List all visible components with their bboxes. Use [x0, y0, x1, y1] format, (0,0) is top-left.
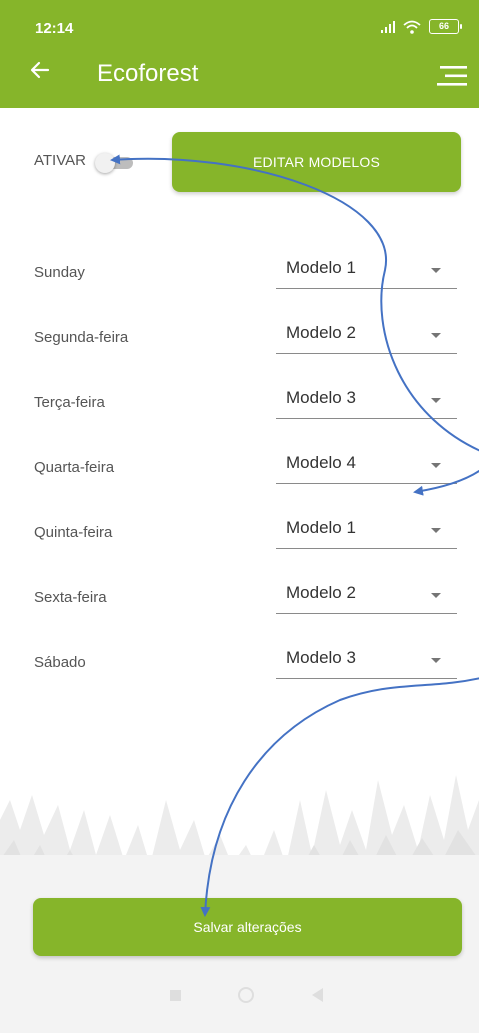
status-time: 12:14 [35, 20, 74, 37]
day-label: Sábado [34, 654, 86, 671]
model-select-value: Modelo 1 [286, 258, 356, 277]
app-bar: 12:14 66 Ecoforest [0, 0, 479, 108]
day-label: Segunda-feira [34, 329, 129, 346]
model-select-value: Modelo 2 [286, 323, 356, 342]
model-select-sunday[interactable]: Modelo 1 [276, 254, 457, 289]
schedule-row-saturday: Sábado Modelo 3 [0, 644, 479, 684]
model-select-value: Modelo 3 [286, 388, 356, 407]
schedule-row-monday: Segunda-feira Modelo 2 [0, 319, 479, 359]
chevron-down-icon [431, 658, 441, 663]
model-select-saturday[interactable]: Modelo 3 [276, 644, 457, 679]
schedule-row-sunday: Sunday Modelo 1 [0, 254, 479, 294]
activate-toggle[interactable] [95, 153, 137, 173]
model-select-value: Modelo 3 [286, 648, 356, 667]
recent-apps-icon[interactable] [170, 990, 181, 1001]
menu-icon[interactable] [437, 64, 467, 88]
edit-models-button[interactable]: EDITAR MODELOS [172, 132, 461, 192]
day-label: Sunday [34, 264, 85, 281]
activate-label: ATIVAR [34, 152, 86, 169]
day-label: Quinta-feira [34, 524, 113, 541]
model-select-thursday[interactable]: Modelo 1 [276, 514, 457, 549]
toggle-thumb [95, 153, 115, 173]
chevron-down-icon [431, 463, 441, 468]
model-select-tuesday[interactable]: Modelo 3 [276, 384, 457, 419]
model-select-friday[interactable]: Modelo 2 [276, 579, 457, 614]
battery-icon: 66 [429, 19, 462, 34]
day-label: Sexta-feira [34, 589, 107, 606]
chevron-down-icon [431, 593, 441, 598]
schedule-row-tuesday: Terça-feira Modelo 3 [0, 384, 479, 424]
schedule-row-friday: Sexta-feira Modelo 2 [0, 579, 479, 619]
model-select-value: Modelo 1 [286, 518, 356, 537]
signal-icon [381, 20, 395, 33]
model-select-wednesday[interactable]: Modelo 4 [276, 449, 457, 484]
day-label: Terça-feira [34, 394, 105, 411]
model-select-value: Modelo 2 [286, 583, 356, 602]
chevron-down-icon [431, 333, 441, 338]
arrow-left-icon[interactable] [28, 58, 52, 82]
model-select-value: Modelo 4 [286, 453, 356, 472]
chevron-down-icon [431, 268, 441, 273]
schedule-row-thursday: Quinta-feira Modelo 1 [0, 514, 479, 554]
home-icon[interactable] [238, 987, 254, 1003]
day-label: Quarta-feira [34, 459, 115, 476]
back-triangle-icon[interactable] [312, 988, 323, 1002]
page-title: Ecoforest [97, 60, 199, 87]
schedule-row-wednesday: Quarta-feira Modelo 4 [0, 449, 479, 489]
chevron-down-icon [431, 528, 441, 533]
wifi-icon [403, 20, 421, 34]
save-changes-button[interactable]: Salvar alterações [33, 898, 462, 956]
model-select-monday[interactable]: Modelo 2 [276, 319, 457, 354]
chevron-down-icon [431, 398, 441, 403]
status-icons: 66 [381, 19, 462, 34]
